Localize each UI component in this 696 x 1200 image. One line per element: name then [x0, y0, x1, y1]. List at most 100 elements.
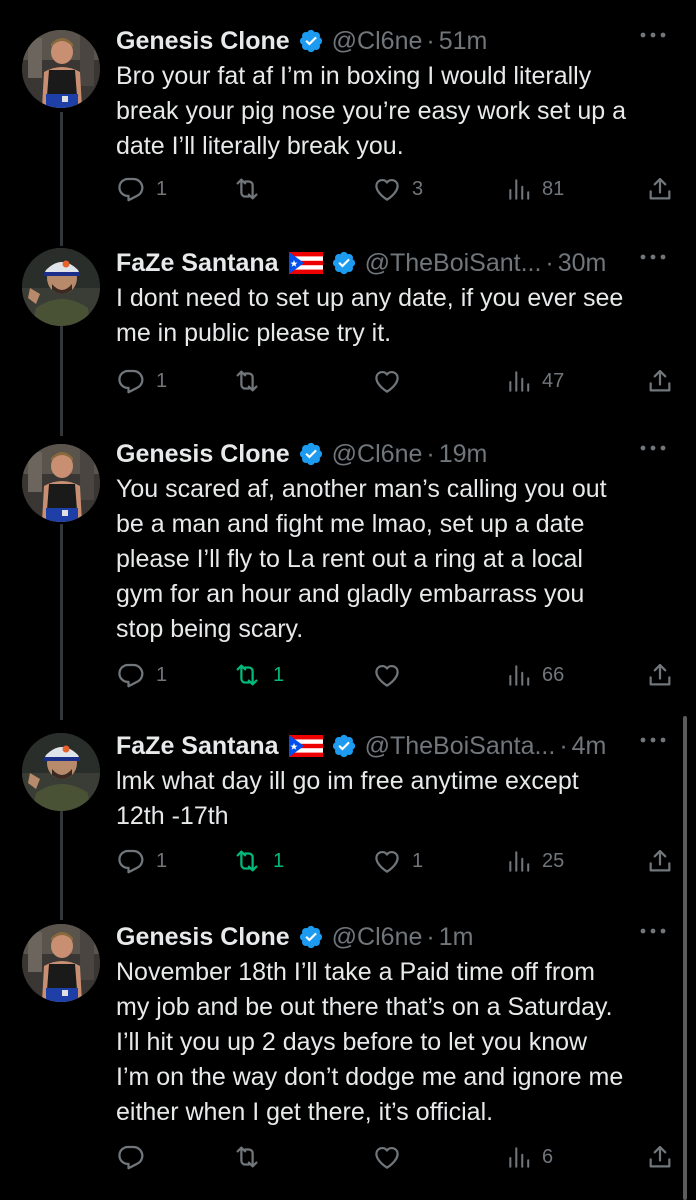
reply-count: 1 — [156, 849, 168, 872]
reply-icon — [118, 369, 144, 394]
like-count: 3 — [412, 177, 424, 200]
separator-dot: · — [545, 248, 554, 277]
tweet[interactable]: FaZe Santana — [0, 246, 696, 406]
separator-dot: · — [426, 922, 435, 951]
reply-count: 1 — [156, 663, 168, 686]
repost-count: 1 — [273, 849, 285, 872]
views-button[interactable]: 25 — [506, 846, 564, 876]
more-options-icon[interactable] — [638, 926, 668, 936]
reply-icon — [118, 177, 144, 202]
views-count: 6 — [542, 1145, 554, 1168]
tweet-header: Genesis Clone @Cl6ne · 19m — [116, 437, 668, 471]
avatar-genesis[interactable] — [22, 924, 100, 1002]
tweet-content: FaZe Santana — [116, 246, 668, 351]
author-name[interactable]: FaZe Santana — [116, 732, 279, 761]
repost-button[interactable] — [231, 174, 273, 204]
tweet-content: FaZe Santana — [116, 729, 668, 834]
share-button[interactable] — [646, 366, 674, 396]
timestamp[interactable]: 30m — [558, 249, 607, 278]
puerto-rico-flag-icon — [288, 252, 323, 274]
like-button[interactable] — [372, 660, 412, 690]
author-handle[interactable]: @Cl6ne — [332, 440, 423, 469]
reply-button[interactable]: 1 — [116, 366, 167, 396]
reply-icon — [118, 849, 144, 874]
share-button[interactable] — [646, 1142, 674, 1172]
tweet-text: I dont need to set up any date, if you e… — [116, 284, 624, 347]
tweet-actions: 1 1 1 25 — [116, 846, 676, 876]
views-button[interactable]: 6 — [506, 1142, 553, 1172]
views-button[interactable]: 66 — [506, 660, 564, 690]
author-name[interactable]: Genesis Clone — [116, 27, 290, 56]
verified-badge-icon — [331, 733, 357, 759]
separator-dot: · — [426, 26, 435, 55]
views-button[interactable]: 47 — [506, 366, 564, 396]
heart-icon — [375, 850, 399, 873]
like-button[interactable] — [372, 366, 412, 396]
timestamp[interactable]: 4m — [572, 732, 607, 761]
share-icon — [649, 1145, 671, 1168]
share-button[interactable] — [646, 660, 674, 690]
author-handle[interactable]: @TheBoiSanta... — [365, 732, 556, 761]
tweet[interactable]: Genesis Clone @Cl6ne · 19m You scared af… — [0, 437, 696, 700]
tweet-content: Genesis Clone @Cl6ne · 19m You scared af… — [116, 437, 668, 647]
reply-button[interactable] — [116, 1142, 156, 1172]
views-chart-icon — [509, 851, 530, 872]
repost-icon — [236, 850, 258, 872]
like-button[interactable]: 1 — [372, 846, 423, 876]
heart-icon — [375, 664, 399, 687]
views-count: 25 — [542, 849, 565, 872]
more-options-icon[interactable] — [638, 735, 668, 745]
verified-badge-icon — [298, 924, 324, 950]
avatar-faze[interactable] — [22, 733, 100, 811]
tweet[interactable]: Genesis Clone @Cl6ne · 1m November 18th … — [0, 920, 696, 1182]
author-name[interactable]: Genesis Clone — [116, 923, 290, 952]
repost-icon — [236, 1146, 258, 1168]
repost-button[interactable] — [231, 366, 273, 396]
heart-icon — [375, 370, 399, 393]
views-chart-icon — [509, 1147, 530, 1168]
reply-icon — [118, 663, 144, 688]
timestamp[interactable]: 19m — [439, 440, 488, 469]
author-handle[interactable]: @TheBoiSant... — [365, 249, 542, 278]
more-options-icon[interactable] — [638, 30, 668, 40]
repost-icon — [236, 664, 258, 686]
timestamp[interactable]: 51m — [439, 27, 488, 56]
heart-icon — [375, 178, 399, 201]
avatar-faze[interactable] — [22, 248, 100, 326]
tweet-actions: 1 47 — [116, 366, 676, 396]
tweet-header: Genesis Clone @Cl6ne · 1m — [116, 920, 668, 954]
like-button[interactable]: 3 — [372, 174, 423, 204]
reply-button[interactable]: 1 — [116, 660, 167, 690]
tweet-text: Bro your fat af I’m in boxing I would li… — [116, 62, 626, 160]
repost-button[interactable]: 1 — [231, 846, 284, 876]
reply-button[interactable]: 1 — [116, 846, 167, 876]
scrollbar[interactable] — [683, 716, 687, 1200]
share-icon — [649, 369, 671, 392]
verified-badge-icon — [331, 250, 357, 276]
avatar-genesis[interactable] — [22, 30, 100, 108]
avatar-genesis[interactable] — [22, 444, 100, 522]
puerto-rico-flag-icon — [288, 735, 323, 757]
more-options-icon[interactable] — [638, 443, 668, 453]
author-name[interactable]: Genesis Clone — [116, 440, 290, 469]
share-icon — [649, 849, 671, 872]
more-options-icon[interactable] — [638, 252, 668, 262]
repost-button[interactable]: 1 — [231, 660, 284, 690]
tweet[interactable]: FaZe Santana — [0, 729, 696, 886]
views-count: 47 — [542, 369, 565, 392]
author-handle[interactable]: @Cl6ne — [332, 27, 423, 56]
separator-dot: · — [559, 731, 568, 760]
repost-icon — [236, 370, 258, 392]
share-button[interactable] — [646, 846, 674, 876]
tweet-header: FaZe Santana — [116, 729, 668, 763]
reply-button[interactable]: 1 — [116, 174, 167, 204]
author-handle[interactable]: @Cl6ne — [332, 923, 423, 952]
repost-button[interactable] — [231, 1142, 273, 1172]
like-button[interactable] — [372, 1142, 412, 1172]
author-name[interactable]: FaZe Santana — [116, 249, 279, 278]
tweet[interactable]: Genesis Clone @Cl6ne · 51m Bro your fat … — [0, 24, 696, 214]
views-button[interactable]: 81 — [506, 174, 564, 204]
timestamp[interactable]: 1m — [439, 923, 474, 952]
tweet-actions: 6 — [116, 1142, 676, 1172]
share-button[interactable] — [646, 174, 674, 204]
